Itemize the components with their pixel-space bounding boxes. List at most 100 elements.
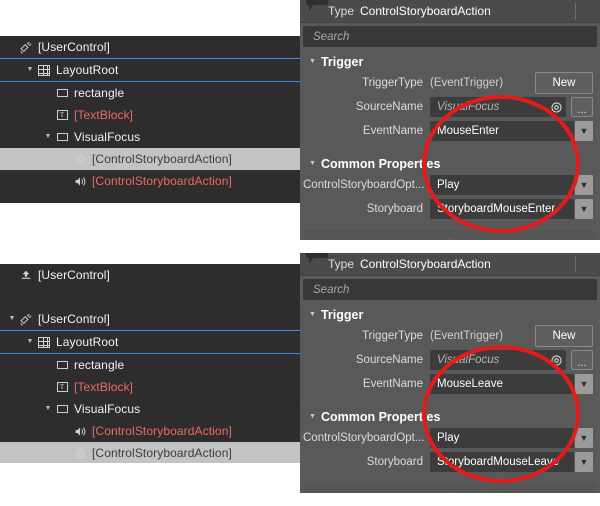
- type-value: ControlStoryboardAction: [360, 4, 491, 18]
- bottom-properties-panel[interactable]: Type ControlStoryboardAction Search ▼ Trigge…: [300, 253, 600, 493]
- expand-more-button[interactable]: ⌄: [303, 483, 597, 493]
- source-name-input[interactable]: VisualFocus: [430, 350, 566, 370]
- chevron-down-icon[interactable]: ▼: [24, 59, 36, 81]
- tree-row-label: LayoutRoot: [56, 335, 119, 349]
- objects-and-timeline-tree[interactable]: [UserControl] ▼ [UserControl] ▼ LayoutRoot re…: [0, 264, 300, 463]
- tree-row[interactable]: [UserControl]: [0, 36, 300, 58]
- tree-row-label: [UserControl]: [38, 40, 110, 54]
- property-row: SourceName VisualFocus...: [303, 96, 597, 118]
- section-header[interactable]: ▼ Trigger: [303, 304, 597, 325]
- source-name-input[interactable]: VisualFocus: [430, 97, 566, 117]
- new-trigger-button[interactable]: New: [535, 72, 593, 94]
- tree-row[interactable]: rectangle: [0, 354, 300, 376]
- tree-row[interactable]: [ControlStoryboardAction]: [0, 442, 300, 463]
- tree-row-label: [TextBlock]: [74, 108, 134, 122]
- tree-row-label: [UserControl]: [38, 312, 110, 326]
- property-label: SourceName: [355, 101, 423, 113]
- tree-row[interactable]: ▼ LayoutRoot: [0, 330, 300, 354]
- target-picker-icon[interactable]: [546, 354, 566, 367]
- property-row: TriggerType (EventTrigger) New: [303, 325, 597, 347]
- tree-row[interactable]: [ControlStoryboardAction]: [0, 170, 300, 192]
- combobox-value[interactable]: Play: [430, 428, 574, 448]
- chevron-down-icon[interactable]: ▼: [575, 199, 593, 219]
- section-title: Trigger: [320, 54, 364, 69]
- property-row: SourceName VisualFocus...: [303, 349, 597, 371]
- tree-row[interactable]: ▼ LayoutRoot: [0, 58, 300, 82]
- section-header[interactable]: ▼ Trigger: [303, 51, 597, 72]
- combobox-value[interactable]: StoryboardMouseEnter: [430, 199, 574, 219]
- chevron-down-icon[interactable]: ▼: [6, 308, 18, 330]
- chevron-down-icon[interactable]: ▼: [575, 374, 593, 394]
- browse-ellipsis-button[interactable]: ...: [571, 97, 593, 117]
- property-combobox[interactable]: MouseEnter ▼: [430, 121, 593, 141]
- tree-row[interactable]: rectangle: [0, 82, 300, 104]
- tree-row[interactable]: ▼ VisualFocus: [0, 126, 300, 148]
- tree-row-label: rectangle: [74, 86, 125, 100]
- chevron-down-icon[interactable]: ▼: [309, 160, 316, 167]
- section-header[interactable]: ▼ Common Properties: [303, 406, 597, 427]
- tree-row[interactable]: [ControlStoryboardAction]: [0, 420, 300, 442]
- chevron-down-icon[interactable]: ▼: [309, 311, 316, 318]
- tree-row-label: [UserControl]: [38, 268, 110, 282]
- property-label: Storyboard: [366, 456, 423, 468]
- property-row: Storyboard StoryboardMouseLeave ▼: [303, 451, 597, 473]
- chevron-down-icon[interactable]: ▼: [42, 398, 54, 420]
- chevron-down-icon[interactable]: ▼: [24, 331, 36, 353]
- browse-ellipsis-button[interactable]: ...: [571, 350, 593, 370]
- type-value: ControlStoryboardAction: [360, 257, 491, 271]
- chevron-down-icon[interactable]: ▼: [575, 428, 593, 448]
- tree-row[interactable]: ▼ VisualFocus: [0, 398, 300, 420]
- section-header[interactable]: ▼ Common Properties: [303, 153, 597, 174]
- combobox-value[interactable]: Play: [430, 175, 574, 195]
- tree-row[interactable]: T [TextBlock]: [0, 376, 300, 398]
- property-combobox[interactable]: Play ▼: [430, 175, 593, 195]
- tree-row[interactable]: [UserControl]: [0, 264, 300, 286]
- chevron-down-icon[interactable]: ▼: [575, 121, 593, 141]
- type-label: Type: [328, 4, 355, 18]
- property-combobox[interactable]: StoryboardMouseLeave ▼: [430, 452, 593, 472]
- tree-row-label: rectangle: [74, 358, 125, 372]
- property-static-value: (EventTrigger): [430, 77, 504, 89]
- property-section: ▼ Common Properties ControlStoryboardOpt..…: [303, 153, 597, 227]
- tree-row[interactable]: T [TextBlock]: [0, 104, 300, 126]
- search-input[interactable]: Search: [303, 279, 597, 300]
- grid-icon: [36, 62, 52, 78]
- chevron-down-icon[interactable]: ▼: [575, 452, 593, 472]
- property-label: SourceName: [355, 354, 423, 366]
- property-section: ▼ Trigger TriggerType (EventTrigger) New Sour…: [303, 51, 597, 149]
- objects-and-timeline-tree[interactable]: [UserControl] ▼ LayoutRoot rectangle T [TextB…: [0, 36, 300, 203]
- tree-row[interactable]: [ControlStoryboardAction]: [0, 148, 300, 170]
- search-input[interactable]: Search: [303, 26, 597, 47]
- property-combobox[interactable]: StoryboardMouseEnter ▼: [430, 199, 593, 219]
- property-section: ▼ Common Properties ControlStoryboardOpt..…: [303, 406, 597, 480]
- section-title: Trigger: [320, 307, 364, 322]
- tree-row[interactable]: ▼ [UserControl]: [0, 308, 300, 330]
- combobox-value[interactable]: StoryboardMouseLeave: [430, 452, 574, 472]
- rectangle-icon: [54, 357, 70, 373]
- property-label: ControlStoryboardOpt...: [303, 432, 425, 444]
- property-combobox[interactable]: MouseLeave ▼: [430, 374, 593, 394]
- tree-row-label: [ControlStoryboardAction]: [92, 174, 232, 188]
- section-title: Common Properties: [320, 409, 441, 424]
- rectangle-icon: [54, 129, 70, 145]
- type-label: Type: [328, 257, 355, 271]
- textblock-icon: T: [54, 379, 70, 395]
- target-picker-icon[interactable]: [546, 101, 566, 114]
- property-combobox[interactable]: Play ▼: [430, 428, 593, 448]
- chevron-down-icon[interactable]: ▼: [309, 413, 316, 420]
- combobox-value[interactable]: MouseEnter: [430, 121, 574, 141]
- expand-more-button[interactable]: ⌄: [303, 230, 597, 240]
- chevron-down-icon[interactable]: ▼: [42, 126, 54, 148]
- behavior-icon: [72, 173, 88, 189]
- tree-row-label: [TextBlock]: [74, 380, 134, 394]
- combobox-value[interactable]: MouseLeave: [430, 374, 574, 394]
- chevron-down-icon[interactable]: ▼: [575, 175, 593, 195]
- grid-icon: [36, 334, 52, 350]
- property-label: TriggerType: [362, 330, 423, 342]
- tree-row-label: [ControlStoryboardAction]: [92, 424, 232, 438]
- textblock-icon: T: [54, 107, 70, 123]
- chevron-down-icon[interactable]: ▼: [309, 58, 316, 65]
- callout-tab: [306, 0, 328, 11]
- new-trigger-button[interactable]: New: [535, 325, 593, 347]
- top-properties-panel[interactable]: Type ControlStoryboardAction Search ▼ Trigge…: [300, 0, 600, 240]
